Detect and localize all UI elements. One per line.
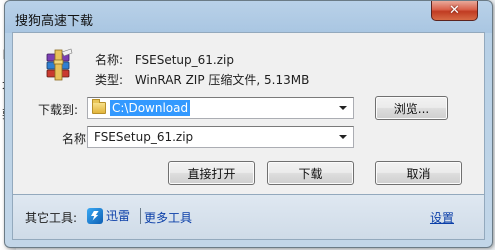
save-name-combobox[interactable]: FSESetup_61.zip [87, 126, 354, 148]
file-name-value: FSESetup_61.zip [134, 53, 234, 67]
folder-icon [92, 99, 106, 114]
thunder-link-label: 迅雷 [106, 209, 131, 223]
more-tools-link[interactable]: 更多工具 [144, 209, 192, 226]
settings-link[interactable]: 设置 [430, 209, 454, 226]
file-type-label: 类型: [95, 73, 124, 87]
close-icon: ✕ [449, 3, 460, 18]
download-path-value: C:\Download [110, 100, 191, 116]
close-button[interactable]: ✕ [431, 1, 478, 21]
download-to-label: 下载到: [38, 103, 79, 117]
save-name-value: FSESetup_61.zip [94, 130, 194, 144]
dialog-title: 搜狗高速下载 [15, 14, 94, 29]
thunder-link[interactable]: 迅雷 [87, 207, 130, 224]
file-type-value: WinRAR ZIP 压缩文件, 5.13MB [134, 73, 310, 87]
download-path-combobox[interactable]: C:\Download [87, 97, 354, 119]
browse-button[interactable]: 浏览... [375, 96, 448, 120]
thunder-icon [87, 207, 103, 224]
download-button[interactable]: 下载 [267, 161, 354, 185]
download-dialog: 搜狗高速下载 ✕ 名称: FSESetup_61.zip 类型: WinRAR … [4, 0, 493, 248]
chevron-down-icon[interactable] [339, 135, 347, 139]
footer-bar: 其它工具: 迅雷 更多工具 设置 [12, 195, 485, 240]
divider [140, 208, 141, 224]
file-type-row: 类型: WinRAR ZIP 压缩文件, 5.13MB [95, 71, 309, 88]
file-name-row: 名称: FSESetup_61.zip [95, 51, 234, 68]
winrar-archive-icon [46, 48, 73, 81]
cancel-button[interactable]: 取消 [375, 161, 462, 185]
other-tools-label: 其它工具: [25, 211, 78, 225]
open-direct-button[interactable]: 直接打开 [168, 161, 255, 185]
title-bar[interactable]: 搜狗高速下载 ✕ [5, 1, 492, 31]
save-name-label: 名称: [62, 132, 91, 146]
chevron-down-icon[interactable] [339, 106, 347, 110]
content-panel: 名称: FSESetup_61.zip 类型: WinRAR ZIP 压缩文件,… [12, 32, 485, 195]
file-name-label: 名称: [95, 53, 124, 67]
